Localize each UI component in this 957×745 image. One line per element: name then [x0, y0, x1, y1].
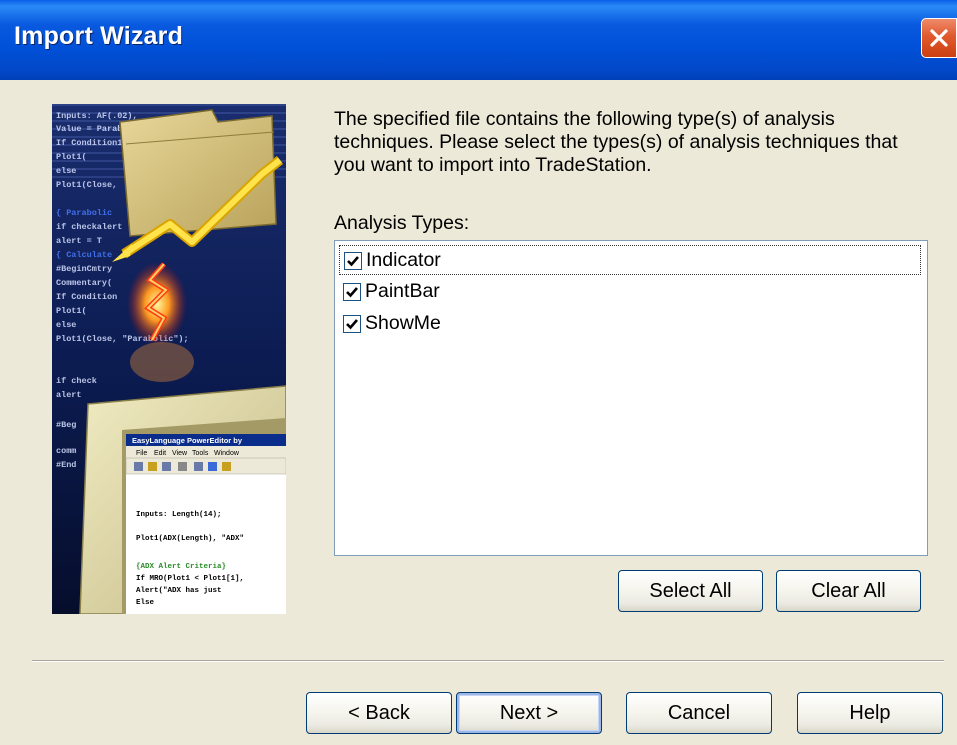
description-text: The specified file contains the followin…	[334, 108, 898, 176]
svg-text:Commentary(: Commentary(	[56, 278, 112, 288]
svg-text:alert = T: alert = T	[56, 236, 102, 246]
svg-text:#End: #End	[56, 460, 76, 470]
svg-text:#BeginCmtry: #BeginCmtry	[56, 264, 112, 274]
indicator-checkbox[interactable]	[344, 252, 362, 270]
showme-checkbox[interactable]	[343, 315, 361, 333]
svg-text:if checkalert: if checkalert	[56, 222, 122, 232]
analysis-types-label: Analysis Types:	[334, 212, 470, 234]
cancel-button[interactable]: Cancel	[626, 692, 772, 734]
close-button[interactable]	[921, 18, 957, 58]
svg-text:Inputs: Length(14);: Inputs: Length(14);	[136, 511, 222, 519]
list-item-showme[interactable]: ShowMe	[339, 309, 921, 339]
svg-text:else: else	[56, 320, 76, 330]
help-button[interactable]: Help	[797, 692, 943, 734]
svg-text:comm: comm	[56, 446, 76, 456]
svg-text:Alert("ADX has just: Alert("ADX has just	[136, 587, 222, 595]
list-item-label: PaintBar	[365, 280, 440, 302]
close-icon	[930, 29, 948, 47]
svg-text:{ Parabolic: { Parabolic	[56, 208, 112, 218]
svg-text:{ Calculate: { Calculate	[56, 250, 112, 260]
back-button[interactable]: < Back	[306, 692, 452, 734]
svg-text:If MRO(Plot1 < Plot1[1],: If MRO(Plot1 < Plot1[1],	[136, 575, 244, 583]
svg-text:alert: alert	[56, 390, 82, 400]
svg-text:EasyLanguage PowerEditor by: EasyLanguage PowerEditor by	[132, 436, 243, 445]
clear-all-button[interactable]: Clear All	[776, 570, 921, 612]
svg-text:Plot1(Close,: Plot1(Close,	[56, 180, 117, 190]
next-button[interactable]: Next >	[456, 692, 602, 734]
svg-text:Window: Window	[214, 450, 240, 457]
list-item-label: Indicator	[366, 249, 441, 271]
svg-text:Tools: Tools	[192, 450, 209, 457]
list-item-indicator[interactable]: Indicator	[339, 245, 921, 275]
svg-text:Plot1(: Plot1(	[56, 306, 87, 316]
window-title: Import Wizard	[14, 22, 184, 50]
svg-text:File: File	[136, 450, 147, 457]
svg-text:if check: if check	[56, 376, 97, 386]
svg-text:Plot1(ADX(Length), "ADX": Plot1(ADX(Length), "ADX"	[136, 535, 244, 543]
svg-text:If Condition: If Condition	[56, 292, 117, 302]
folder-icon	[119, 109, 277, 237]
list-item-label: ShowMe	[365, 312, 441, 334]
svg-text:If Condition1: If Condition1	[56, 138, 122, 148]
svg-text:View: View	[172, 450, 188, 457]
list-item-paintbar[interactable]: PaintBar	[339, 277, 921, 307]
checkmark-icon	[346, 287, 358, 298]
select-all-button[interactable]: Select All	[618, 570, 763, 612]
svg-text:{ADX Alert Criteria}: {ADX Alert Criteria}	[136, 563, 226, 571]
checkmark-icon	[346, 319, 358, 330]
svg-text:#Beg: #Beg	[56, 420, 76, 430]
import-wizard-window: Import Wizard Inputs: AF(.02), Value = P…	[0, 0, 957, 745]
title-bar[interactable]: Import Wizard	[0, 0, 957, 80]
svg-text:Edit: Edit	[154, 450, 166, 457]
checkmark-icon	[347, 256, 359, 267]
analysis-types-list[interactable]: Indicator PaintBar ShowMe	[334, 240, 928, 556]
svg-text:else: else	[56, 166, 76, 176]
monitor-graphic: EasyLanguage PowerEditor by File Edit Vi…	[79, 385, 286, 614]
svg-text:Else: Else	[136, 599, 155, 607]
wizard-illustration: Inputs: AF(.02), Value = Parabolic( AF )…	[52, 104, 286, 614]
svg-text:Plot1(: Plot1(	[56, 152, 87, 162]
paintbar-checkbox[interactable]	[343, 283, 361, 301]
svg-text:Inputs: AF(.02),: Inputs: AF(.02),	[56, 111, 138, 121]
footer-separator	[32, 660, 944, 662]
